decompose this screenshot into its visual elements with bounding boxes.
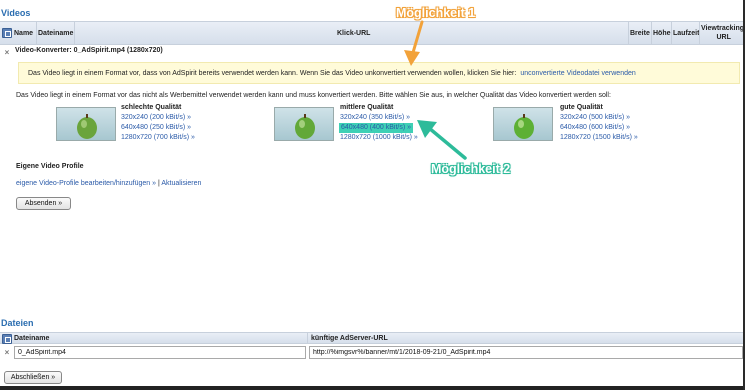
videos-section-title: Videos [1,8,31,18]
quality-high-1280[interactable]: 1280x720 (1500 kBit/s) » [560,134,638,141]
video-thumbnail-mid [274,107,334,141]
video-thumbnail-low [56,107,116,141]
video-thumbnail-high [493,107,553,141]
quality-mid-320[interactable]: 320x240 (350 kBit/s) » [340,114,410,121]
col-breite[interactable]: Breite [630,22,650,44]
col-name[interactable]: Name [14,22,33,44]
col-klick-url[interactable]: Klick-URL [337,22,370,44]
dateien-section-title: Dateien [1,318,34,328]
col-viewtracking[interactable]: Viewtracking-URL [701,22,745,44]
filename-field[interactable] [14,346,306,359]
convert-instruction: Das Video liegt in einem Format vor das … [16,92,611,99]
annotation-option-2: Möglichkeit 2 [431,162,511,176]
col-dateien-dateiname[interactable]: Dateiname [14,333,49,343]
quality-mid-title: mittlere Qualität [340,104,394,111]
profiles-actions: eigene Video-Profile bearbeiten/hinzufüg… [16,180,201,187]
quality-low-title: schlechte Qualität [121,104,182,111]
videos-table-header: Name Dateiname Klick-URL Breite Höhe Lau… [0,21,745,45]
col-adserver-url[interactable]: künftige AdServer-URL [311,333,388,343]
submit-button[interactable]: Absenden » [16,197,71,210]
profiles-separator: | [157,180,160,187]
notice-text: Das Video liegt in einem Format vor, das… [28,69,517,77]
quality-high-320[interactable]: 320x240 (500 kBit/s) » [560,114,630,121]
quality-low-640[interactable]: 640x480 (250 kBit/s) » [121,124,191,131]
refresh-link[interactable]: Aktualisieren [161,180,201,187]
close-button[interactable]: Abschließen » [4,371,62,384]
adserver-url-field[interactable] [309,346,743,359]
remove-video-icon[interactable]: × [3,49,11,57]
dateien-table-header: Dateiname künftige AdServer-URL [0,332,745,344]
quality-mid-1280[interactable]: 1280x720 (1000 kBit/s) » [340,134,418,141]
quality-high-title: gute Qualität [560,104,603,111]
quality-high-640[interactable]: 640x480 (600 kBit/s) » [560,124,630,131]
remove-file-icon[interactable]: × [3,349,11,357]
arrow-option-2-icon [417,120,467,160]
quality-low-320[interactable]: 320x240 (200 kBit/s) » [121,114,191,121]
profiles-title: Eigene Video Profile [16,163,84,170]
annotation-option-1: Möglichkeit 1 [396,6,476,20]
converter-title: Video-Konverter: 0_AdSpirit.mp4 (1280x72… [15,47,163,54]
col-hoehe[interactable]: Höhe [653,22,671,44]
quality-mid-640-highlighted[interactable]: 640x480 (400 kBit/s) » [339,123,414,133]
edit-profiles-link[interactable]: eigene Video-Profile bearbeiten/hinzufüg… [16,180,156,187]
col-dateiname[interactable]: Dateiname [38,22,73,44]
col-laufzeit[interactable]: Laufzeit [673,22,699,44]
format-notice: Das Video liegt in einem Format vor, das… [18,62,740,84]
quality-low-1280[interactable]: 1280x720 (700 kBit/s) » [121,134,195,141]
bottom-border [0,386,745,390]
table-settings-icon[interactable] [2,28,12,38]
arrow-option-1-icon [404,20,424,66]
unconverted-link[interactable]: unconvertierte Videodatei verwenden [520,70,635,77]
dateien-table-settings-icon[interactable] [2,334,12,344]
